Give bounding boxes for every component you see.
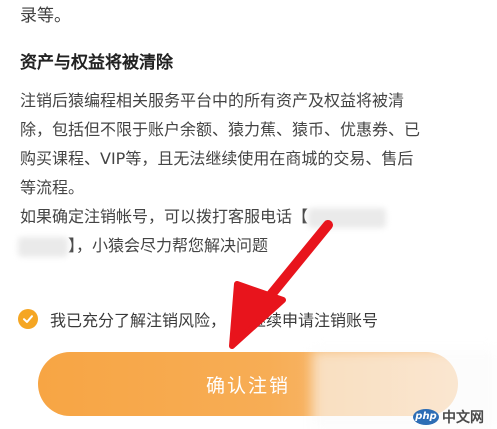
section-title: 资产与权益将被清除 <box>20 53 173 73</box>
checkmark-icon[interactable] <box>18 309 38 329</box>
agreement-checkbox-row[interactable]: 我已充分了解注销风险， 继续申请注销账号 <box>18 306 378 332</box>
previous-paragraph-tail: 录等。 <box>20 6 71 26</box>
paragraph-line: 如果确定注销帐号，可以拨打客服电话【 <box>20 202 480 231</box>
redacted-phone-part-2 <box>18 236 68 257</box>
redacted-phone-part-1 <box>308 207 387 228</box>
paragraph-line: 购买课程、VIP等，且无法继续使用在商城的交易、售后 <box>20 149 414 168</box>
paragraph-line: 等流程。 <box>20 178 85 197</box>
contact-text-start: 如果确定注销帐号，可以拨打客服电话【 <box>20 207 309 226</box>
paragraph-line: 】，小猿会尽力帮您解决问题 <box>18 231 480 260</box>
paragraph-line: 注销后猿编程相关服务平台中的所有资产及权益将被清 <box>20 91 405 110</box>
assets-clear-paragraph: 注销后猿编程相关服务平台中的所有资产及权益将被清 除，包括但不限于账户余额、猿力… <box>20 86 480 202</box>
site-watermark: php 中文网 <box>413 407 484 427</box>
agreement-label-end: 继续申请注销账号 <box>250 311 379 330</box>
watermark-text: 中文网 <box>442 410 484 426</box>
agreement-label-start: 我已充分了解注销风险， <box>50 311 227 330</box>
contact-text-end: 】，小猿会尽力帮您解决问题 <box>68 236 269 255</box>
paragraph-line: 除，包括但不限于账户余额、猿力蕉、猿币、优惠券、已 <box>20 120 421 139</box>
php-logo-icon: php <box>413 409 439 425</box>
contact-paragraph: 如果确定注销帐号，可以拨打客服电话【 】，小猿会尽力帮您解决问题 <box>18 202 480 260</box>
